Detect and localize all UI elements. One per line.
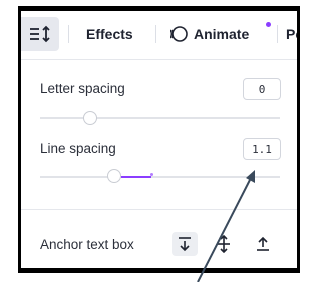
toolbar-separator <box>277 25 278 43</box>
toolbar-divider <box>21 59 297 60</box>
anchor-top-icon <box>257 236 269 251</box>
effects-button[interactable]: Effects <box>86 17 133 51</box>
anchor-middle-icon <box>218 235 230 253</box>
toolbar-separator <box>155 25 156 43</box>
screenshot-frame: Effects Animate Po Letter spacing 0 Line… <box>18 6 300 273</box>
text-spacing-icon <box>30 25 50 43</box>
line-spacing-label: Line spacing <box>40 141 116 156</box>
anchor-bottom-icon <box>179 237 191 252</box>
letter-spacing-input[interactable]: 0 <box>243 78 281 100</box>
anchor-text-box-label: Anchor text box <box>40 237 134 252</box>
line-spacing-input[interactable]: 1.1 <box>243 138 281 160</box>
anchor-top-button[interactable] <box>250 232 276 256</box>
line-spacing-slider-thumb[interactable] <box>107 169 121 183</box>
line-spacing-track[interactable] <box>40 176 280 178</box>
letter-spacing-slider-thumb[interactable] <box>83 111 97 125</box>
letter-spacing-label: Letter spacing <box>40 81 125 96</box>
position-button[interactable]: Po <box>286 17 297 51</box>
anchor-bottom-button[interactable] <box>172 232 198 256</box>
line-spacing-fill <box>121 176 151 178</box>
text-spacing-button[interactable] <box>21 17 59 51</box>
animate-button[interactable]: Animate <box>170 17 249 51</box>
anchor-middle-button[interactable] <box>211 232 237 256</box>
line-spacing-default-marker <box>150 173 153 176</box>
section-divider <box>21 209 297 210</box>
animate-label: Animate <box>194 26 250 42</box>
animate-icon <box>170 26 188 42</box>
toolbar-separator <box>68 25 69 43</box>
letter-spacing-track[interactable] <box>40 117 280 119</box>
text-properties-panel: Effects Animate Po Letter spacing 0 Line… <box>21 11 297 268</box>
toolbar: Effects Animate Po <box>21 11 297 57</box>
new-feature-dot <box>266 22 271 27</box>
